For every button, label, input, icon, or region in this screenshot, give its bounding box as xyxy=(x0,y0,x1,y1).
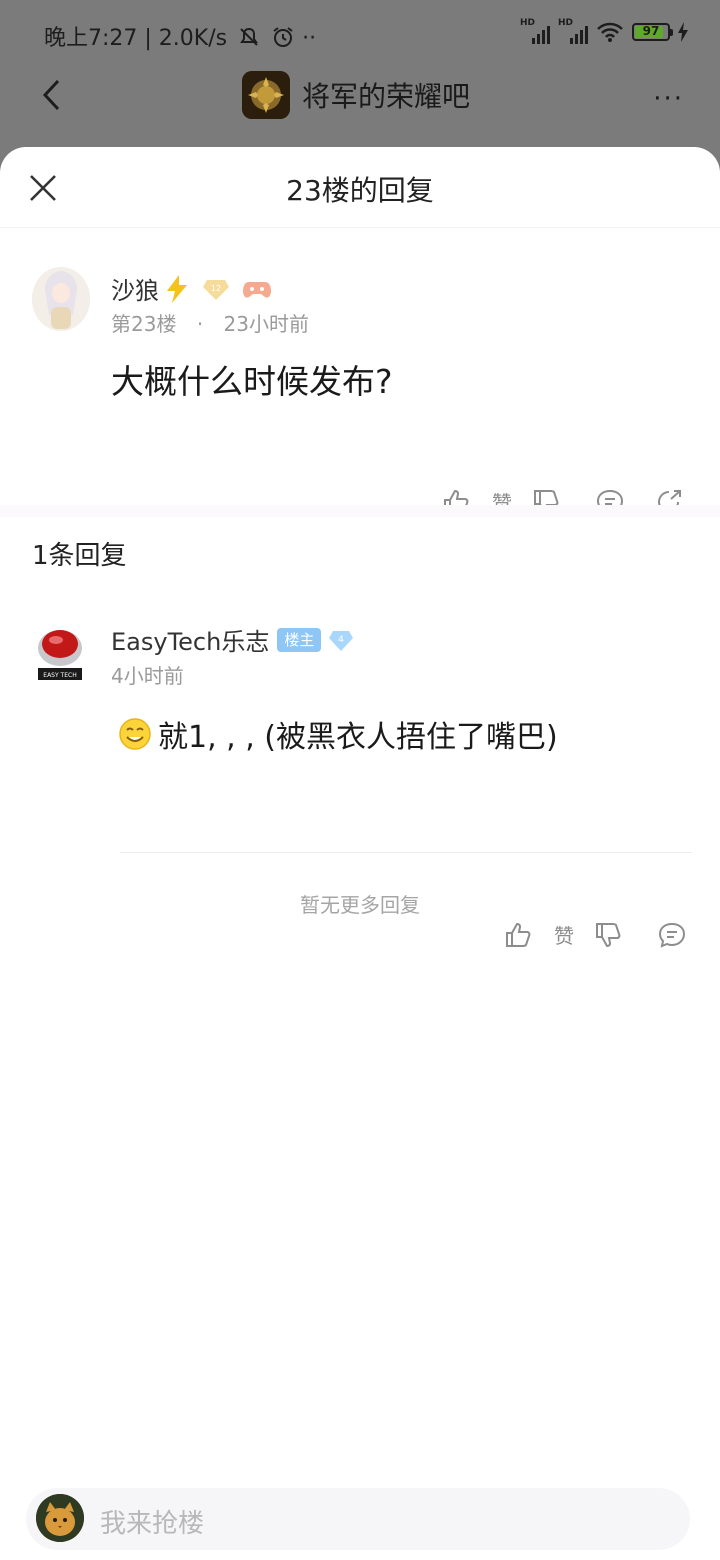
current-user-avatar xyxy=(36,1494,84,1542)
status-bar: 晚上7:27 | 2.0K/s ·· HD HD 97 xyxy=(0,0,720,64)
mute-bell-icon xyxy=(240,27,258,46)
forum-avatar[interactable] xyxy=(242,71,290,119)
status-icons: HD HD 97 xyxy=(520,18,688,46)
no-more-replies: 暂无更多回复 xyxy=(300,893,420,917)
level-badge-icon: 12 xyxy=(203,279,229,300)
reply-item: EASY TECH EasyTech乐志 楼主 4 4小时前 就1, , , (… xyxy=(0,602,720,948)
smile-emoji-icon xyxy=(119,718,151,750)
easytech-logo-icon: EASY TECH xyxy=(38,630,82,680)
post-time: 23小时前 xyxy=(223,312,309,336)
gamepad-icon xyxy=(243,281,271,298)
level-badge-icon: 4 xyxy=(329,630,354,651)
sheet-title: 23楼的回复 xyxy=(286,174,434,207)
floor-number: 第23楼 xyxy=(111,312,177,336)
cat-avatar-icon xyxy=(36,1494,84,1542)
status-more-dots: ·· xyxy=(302,26,317,51)
like-button[interactable] xyxy=(504,921,532,949)
battery-icon: 97 xyxy=(632,23,673,41)
forum-title[interactable]: 将军的荣耀吧 xyxy=(302,75,470,115)
thumb-up-icon xyxy=(506,922,531,947)
post-content: 大概什么时候发布? xyxy=(111,362,393,401)
battery-level: 97 xyxy=(642,24,660,38)
comment-icon xyxy=(658,922,686,948)
original-post: 沙狼 12 第23楼 · 23小时前 大概什么时候发布? 赞 xyxy=(0,227,720,515)
svg-text:12: 12 xyxy=(211,284,221,293)
section-divider xyxy=(0,505,720,517)
wifi-icon xyxy=(597,22,623,42)
charging-icon xyxy=(678,22,688,42)
back-arrow-icon[interactable] xyxy=(38,78,68,112)
reply-actions: 赞 xyxy=(504,920,686,949)
reply-text: 就1, , , (被黑衣人捂住了嘴巴) xyxy=(158,720,558,755)
replies-count: 1条回复 xyxy=(32,541,127,571)
lightning-icon xyxy=(167,274,187,303)
dislike-button[interactable] xyxy=(594,921,622,949)
app-bar: 将军的荣耀吧 ··· xyxy=(0,64,720,146)
reply-sheet: 23楼的回复 沙狼 12 第23楼 · 23小时前 大概什么时候发布? 赞 1条… xyxy=(0,147,720,1560)
medal-icon xyxy=(242,71,290,119)
avatar[interactable]: EASY TECH xyxy=(34,622,86,684)
alarm-icon xyxy=(273,27,293,47)
level-number: 4 xyxy=(338,635,344,645)
reply-time: 4小时前 xyxy=(111,664,184,688)
logo-text: EASY TECH xyxy=(43,672,76,679)
more-menu-button[interactable]: ··· xyxy=(653,84,684,114)
reply-input-placeholder[interactable]: 我来抢楼 xyxy=(100,1503,204,1540)
avatar[interactable] xyxy=(32,267,90,331)
meta-separator: · xyxy=(196,312,204,336)
username[interactable]: EasyTech乐志 xyxy=(111,622,269,657)
reply-input-bar[interactable]: 我来抢楼 xyxy=(26,1488,690,1550)
status-time-speed: 晚上7:27 | 2.0K/s ·· xyxy=(44,20,316,52)
post-author[interactable]: 沙狼 12 xyxy=(111,271,271,306)
username[interactable]: 沙狼 xyxy=(111,271,159,306)
sheet-header: 23楼的回复 xyxy=(0,147,720,228)
status-text: 晚上7:27 | 2.0K/s xyxy=(44,26,228,51)
comment-button[interactable] xyxy=(658,921,686,949)
signal-icon: HD xyxy=(558,18,588,44)
anime-avatar-icon xyxy=(32,267,90,331)
owner-badge: 楼主 xyxy=(277,627,322,652)
like-label[interactable]: 赞 xyxy=(554,920,574,949)
reply-divider xyxy=(120,852,692,853)
reply-author[interactable]: EasyTech乐志 楼主 4 xyxy=(111,622,354,657)
signal-icon: HD xyxy=(520,18,550,44)
thumb-down-icon xyxy=(596,922,621,947)
reply-content: 就1, , , (被黑衣人捂住了嘴巴) xyxy=(118,712,558,756)
post-meta: 第23楼 · 23小时前 xyxy=(111,308,309,337)
